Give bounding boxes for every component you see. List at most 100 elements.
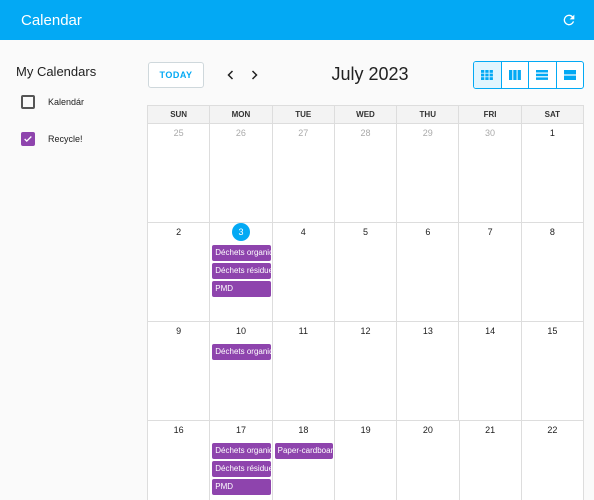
event-chip[interactable]: Déchets résiduels bbox=[212, 263, 271, 279]
calendar-item-kalendar[interactable]: Kalendár bbox=[21, 95, 84, 109]
day-number-text: 3 bbox=[231, 223, 250, 241]
day-cell[interactable]: 13 bbox=[397, 322, 460, 421]
day-number: 10 bbox=[210, 326, 271, 336]
today-button[interactable]: TODAY bbox=[148, 62, 204, 88]
day-number: 21 bbox=[460, 425, 521, 435]
day-cell[interactable]: 25 bbox=[148, 124, 211, 223]
day-number: 22 bbox=[522, 425, 583, 435]
day-cell[interactable]: 12 bbox=[334, 322, 398, 421]
my-calendars-heading: My Calendars bbox=[16, 64, 97, 79]
app-bar: Calendar bbox=[0, 0, 594, 40]
week-view-button[interactable] bbox=[502, 62, 529, 88]
weekday-header: SUN MON TUE WED THU FRI SAT bbox=[148, 106, 584, 124]
day-number-text: 12 bbox=[360, 326, 371, 336]
chevron-left-icon[interactable] bbox=[222, 66, 240, 84]
day-number-text: 14 bbox=[485, 326, 496, 336]
day-number-text: 20 bbox=[422, 425, 433, 435]
weekday-label: MON bbox=[210, 106, 273, 124]
day-cell[interactable]: 7 bbox=[459, 223, 522, 322]
day-cell[interactable]: 16 bbox=[148, 421, 211, 500]
split-rows-icon bbox=[563, 70, 576, 80]
day-number: 11 bbox=[273, 326, 334, 336]
day-cell[interactable]: 21 bbox=[460, 421, 522, 500]
day-number: 15 bbox=[522, 326, 583, 336]
event-chip[interactable]: Déchets organiques bbox=[212, 344, 271, 360]
day-cell[interactable]: 17 Déchets organiques Déchets résiduels PMD bbox=[210, 421, 273, 500]
weekday-label: SUN bbox=[148, 106, 211, 124]
event-chip[interactable]: Paper-cardboard bbox=[274, 443, 334, 459]
day-number: 30 bbox=[459, 128, 520, 138]
day-number-text: 15 bbox=[547, 326, 558, 336]
calendar-item-label: Recycle! bbox=[48, 134, 83, 144]
day-number-text: 25 bbox=[173, 128, 184, 138]
day-number-text: 4 bbox=[300, 227, 306, 237]
event-chip[interactable]: PMD bbox=[212, 281, 271, 297]
week-row: 9 10 Déchets organiques 11 12 13 14 15 bbox=[148, 322, 584, 421]
day-number: 5 bbox=[335, 227, 396, 237]
day-cell[interactable]: 26 bbox=[210, 124, 273, 223]
day-number: 27 bbox=[273, 128, 334, 138]
day-cell[interactable]: 1 bbox=[521, 124, 584, 223]
day-cell[interactable]: 10 Déchets organiques bbox=[210, 322, 273, 421]
rows-icon bbox=[536, 70, 549, 80]
day-number-text: 7 bbox=[487, 227, 493, 237]
sidebar: My Calendars Kalendár Recycle! bbox=[0, 40, 140, 500]
event-chip[interactable]: Déchets organiques bbox=[212, 443, 271, 459]
day-cell[interactable]: 6 bbox=[397, 223, 460, 322]
event-chip[interactable]: Déchets résiduels bbox=[212, 461, 271, 477]
calendar-item-label: Kalendár bbox=[48, 97, 85, 107]
day-number-text: 2 bbox=[176, 227, 182, 237]
week-row: 25 26 27 28 29 30 1 bbox=[148, 124, 584, 223]
day-number: 19 bbox=[335, 425, 396, 435]
day-cell[interactable]: 27 bbox=[272, 124, 335, 223]
checkbox-checked-icon[interactable] bbox=[21, 132, 35, 146]
week-row: 1617Déchets organiquesDéchets résiduelsP… bbox=[148, 421, 585, 500]
day-cell[interactable]: 11 bbox=[272, 322, 335, 421]
day-number: 7 bbox=[459, 227, 520, 237]
day-number: 2 bbox=[148, 227, 209, 237]
day-cell[interactable]: 22 bbox=[522, 421, 585, 500]
chevron-right-icon[interactable] bbox=[245, 66, 263, 84]
month-view-button[interactable] bbox=[474, 62, 502, 88]
week-row: 2 3 Déchets organiques Déchets résiduels PMD… bbox=[148, 223, 584, 322]
day-number-text: 30 bbox=[485, 128, 496, 138]
day-cell[interactable]: 15 bbox=[521, 322, 584, 421]
day-number-text: 5 bbox=[363, 227, 369, 237]
day-cell[interactable]: 29 bbox=[397, 124, 460, 223]
weekday-label: TUE bbox=[272, 106, 335, 124]
day-number-text: 9 bbox=[176, 326, 182, 336]
day-cell[interactable]: 2 bbox=[148, 223, 211, 322]
day-number: 17 bbox=[210, 425, 271, 435]
day-number-text: 11 bbox=[298, 326, 308, 336]
day-number-text: 10 bbox=[235, 326, 246, 336]
today-date-badge: 3 bbox=[210, 223, 271, 241]
day-number-text: 19 bbox=[360, 425, 371, 435]
day-number: 8 bbox=[522, 227, 583, 237]
event-chip[interactable]: PMD bbox=[212, 479, 271, 495]
day-number: 26 bbox=[210, 128, 271, 138]
day-cell[interactable]: 9 bbox=[148, 322, 211, 421]
checkbox-unchecked-icon[interactable] bbox=[21, 95, 35, 109]
day-view-button[interactable] bbox=[529, 62, 557, 88]
day-number-text: 18 bbox=[298, 425, 309, 435]
month-grid: SUN MON TUE WED THU FRI SAT 25 26 27 28 29 30 1 2 3 Déc… bbox=[147, 105, 585, 500]
day-cell[interactable]: 14 bbox=[459, 322, 522, 421]
day-number: 4 bbox=[273, 227, 334, 237]
refresh-icon[interactable] bbox=[558, 9, 580, 31]
day-number-text: 22 bbox=[547, 425, 558, 435]
list-view-button[interactable] bbox=[557, 62, 584, 88]
day-cell[interactable]: 28 bbox=[334, 124, 398, 223]
day-cell[interactable]: 30 bbox=[459, 124, 522, 223]
calendar-item-recycle[interactable]: Recycle! bbox=[21, 132, 83, 146]
day-cell[interactable]: 4 bbox=[272, 223, 335, 322]
day-cell[interactable]: 19 bbox=[335, 421, 398, 500]
day-cell[interactable]: 3 Déchets organiques Déchets résiduels PMD bbox=[210, 223, 273, 322]
day-number-text: 6 bbox=[425, 227, 431, 237]
day-number: 13 bbox=[397, 326, 458, 336]
day-cell[interactable]: 18 Paper-cardboard bbox=[273, 421, 336, 500]
event-chip[interactable]: Déchets organiques bbox=[212, 245, 271, 261]
grid-icon bbox=[481, 70, 494, 80]
day-cell[interactable]: 20 bbox=[397, 421, 460, 500]
day-cell[interactable]: 5 bbox=[334, 223, 398, 322]
day-cell[interactable]: 8 bbox=[521, 223, 584, 322]
